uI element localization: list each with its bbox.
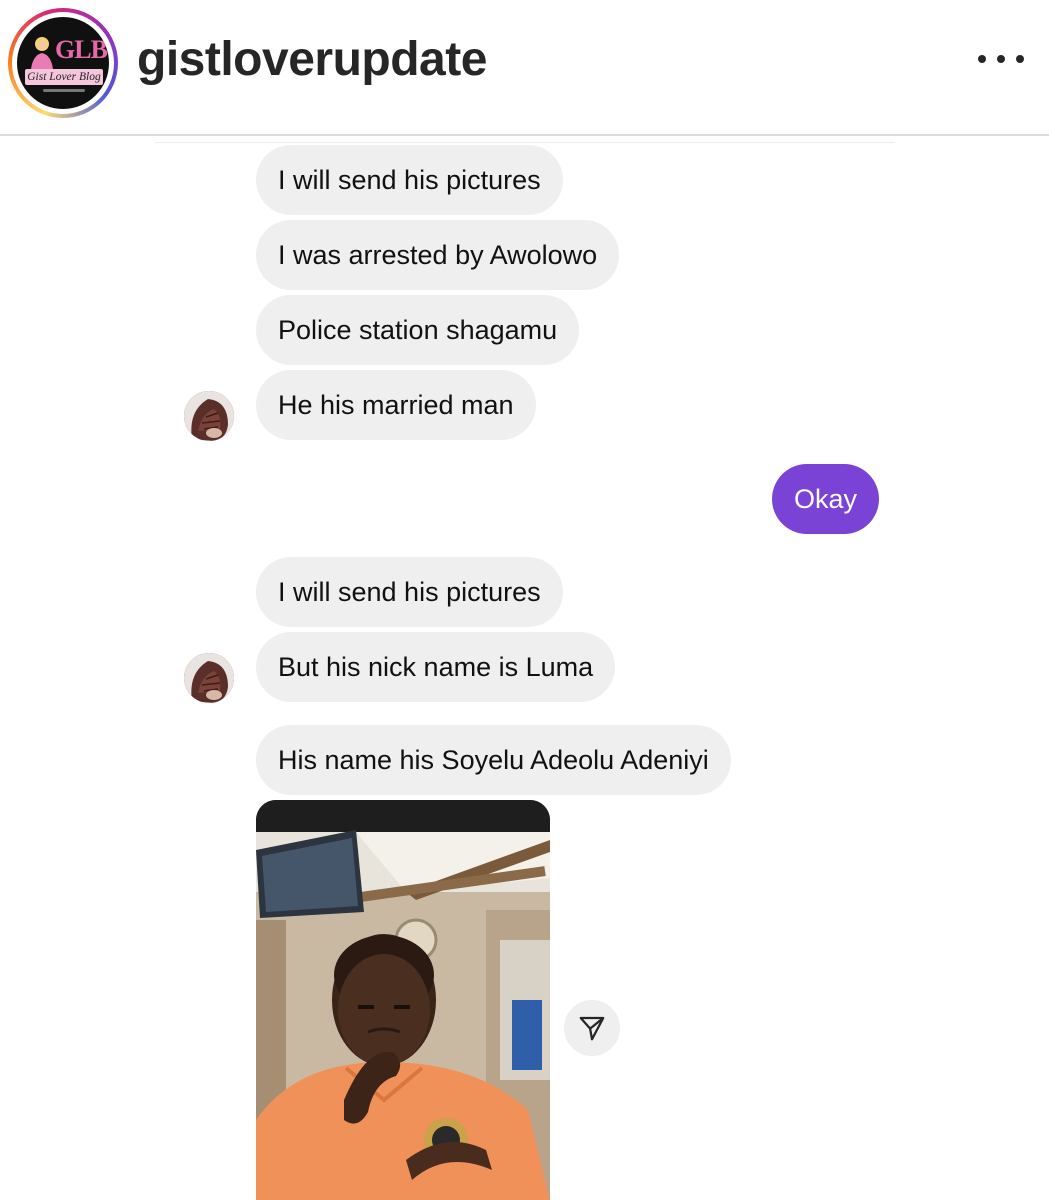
sender-photo-icon — [184, 653, 234, 703]
message-bubble-incoming[interactable]: I will send his pictures — [256, 145, 563, 215]
logo-figure-icon — [31, 37, 53, 69]
more-horizontal-icon — [978, 55, 986, 63]
message-bubble-incoming[interactable]: I was arrested by Awolowo — [256, 220, 620, 290]
photo-image — [256, 800, 550, 1200]
dm-conversation-screen: GLB Gist Lover Blog gistloverupdate I wi… — [0, 0, 1049, 1200]
more-options-button[interactable] — [975, 44, 1027, 74]
logo-text: GLB — [55, 35, 108, 64]
sender-avatar[interactable] — [184, 653, 234, 703]
share-photo-button[interactable] — [564, 1000, 620, 1056]
message-bubble-incoming[interactable]: I will send his pictures — [256, 557, 563, 627]
message-bubble-incoming[interactable]: Police station shagamu — [256, 295, 580, 365]
message-bubble-incoming[interactable]: He his married man — [256, 370, 536, 440]
message-bubble-outgoing[interactable]: Okay — [772, 464, 880, 534]
post-header: GLB Gist Lover Blog gistloverupdate — [0, 0, 1049, 136]
avatar-logo-image: GLB Gist Lover Blog — [17, 17, 109, 109]
account-username[interactable]: gistloverupdate — [137, 32, 487, 87]
logo-subtext: Gist Lover Blog — [25, 69, 103, 85]
sender-avatar[interactable] — [184, 391, 234, 441]
sender-photo-icon — [184, 391, 234, 441]
message-bubble-incoming[interactable]: His name his Soyelu Adeolu Adeniyi — [256, 725, 731, 795]
more-horizontal-icon — [1016, 55, 1024, 63]
profile-avatar[interactable]: GLB Gist Lover Blog — [8, 8, 118, 118]
message-bubble-incoming[interactable]: But his nick name is Luma — [256, 632, 616, 702]
more-horizontal-icon — [997, 55, 1005, 63]
divider — [155, 142, 895, 143]
logo-tagline-mark — [43, 89, 85, 92]
photo-message[interactable] — [256, 800, 550, 1200]
send-icon — [579, 1016, 605, 1041]
